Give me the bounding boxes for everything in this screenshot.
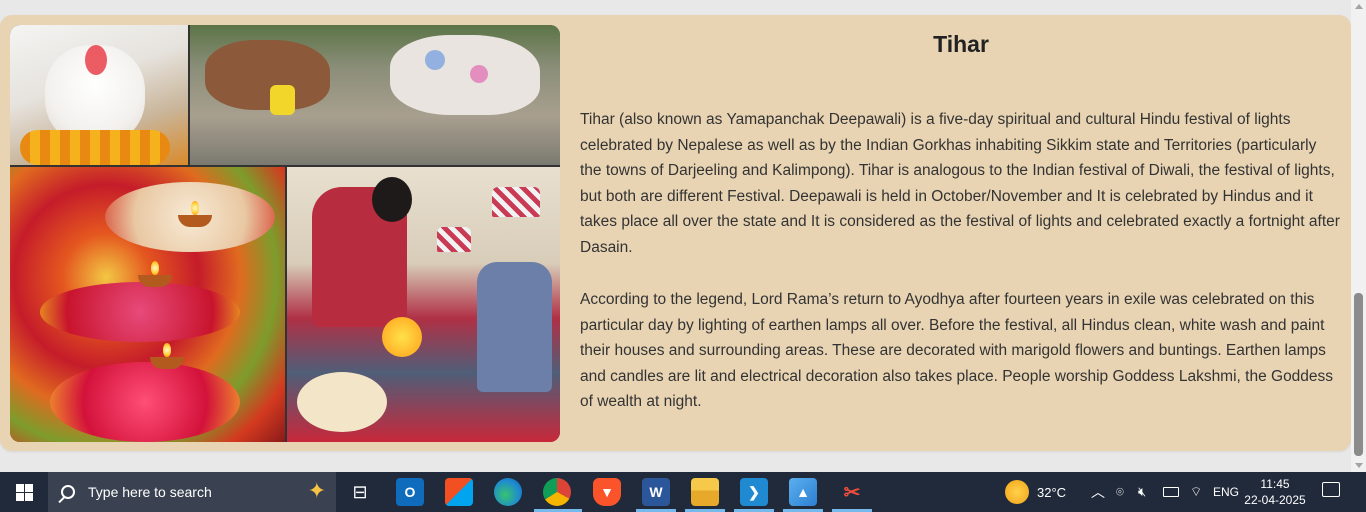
- cow-worship-photo: [190, 25, 560, 165]
- rangoli-diyo-photo: [10, 167, 285, 442]
- snipping-tool-icon[interactable]: ✂: [838, 478, 866, 506]
- edge-icon[interactable]: [494, 478, 522, 506]
- scroll-up-arrow-icon[interactable]: [1355, 4, 1363, 9]
- outlook-icon[interactable]: O: [396, 478, 424, 506]
- show-hidden-icons-button[interactable]: ︿: [1091, 472, 1105, 512]
- weather-widget[interactable]: 32°C: [1005, 472, 1066, 512]
- weather-sun-icon: [1005, 480, 1029, 504]
- scroll-thumb[interactable]: [1354, 293, 1363, 456]
- vscode-icon[interactable]: ❯: [740, 478, 768, 506]
- battery-icon[interactable]: [1163, 472, 1179, 512]
- photos-icon[interactable]: ▲: [789, 478, 817, 506]
- scroll-down-arrow-icon[interactable]: [1355, 463, 1363, 468]
- word-icon[interactable]: W: [642, 478, 670, 506]
- search-placeholder: Type here to search: [88, 484, 212, 500]
- volume-muted-icon[interactable]: 🔇︎: [1138, 472, 1146, 512]
- brave-icon[interactable]: ▼: [593, 478, 621, 506]
- wifi-icon[interactable]: ⌔: [1190, 472, 1202, 512]
- chrome-icon[interactable]: [543, 478, 571, 506]
- tihar-photo-collage: [10, 25, 560, 442]
- weather-temperature: 32°C: [1037, 484, 1067, 500]
- windows-taskbar: Type here to search ✦ ⊟ O ▼ W ❯ ▲ ✂ 32°C…: [0, 472, 1366, 512]
- taskbar-clock[interactable]: 11:45 22-04-2025: [1244, 476, 1306, 508]
- family-tika-photo: [287, 167, 560, 442]
- copilot-sparkle-icon[interactable]: ✦: [308, 478, 326, 504]
- clock-date: 22-04-2025: [1244, 493, 1306, 507]
- meet-icon[interactable]: ⌾: [1116, 472, 1124, 512]
- article-paragraph-2: According to the legend, Lord Rama’s ret…: [580, 291, 1334, 411]
- festival-card: Tihar Tihar (also known as Yamapanchak D…: [0, 15, 1351, 451]
- microsoft-store-icon[interactable]: [445, 478, 473, 506]
- clock-time: 11:45: [1260, 477, 1290, 491]
- article-paragraph-1: Tihar (also known as Yamapanchak Deepawa…: [580, 111, 1340, 256]
- search-icon: [61, 485, 75, 499]
- dog-tika-photo: [10, 25, 188, 165]
- taskbar-search-box[interactable]: Type here to search ✦: [48, 472, 336, 512]
- notification-center-icon[interactable]: [1322, 482, 1340, 497]
- windows-logo-icon: [15, 483, 33, 501]
- start-button[interactable]: [0, 472, 48, 512]
- vertical-scrollbar[interactable]: [1351, 0, 1366, 472]
- article-title: Tihar: [933, 31, 989, 57]
- language-indicator[interactable]: ENG: [1213, 472, 1239, 512]
- file-explorer-icon[interactable]: [691, 478, 719, 506]
- task-view-icon[interactable]: ⊟: [346, 478, 374, 506]
- web-page: Tihar Tihar (also known as Yamapanchak D…: [0, 0, 1351, 472]
- article-content: Tihar Tihar (also known as Yamapanchak D…: [580, 25, 1342, 410]
